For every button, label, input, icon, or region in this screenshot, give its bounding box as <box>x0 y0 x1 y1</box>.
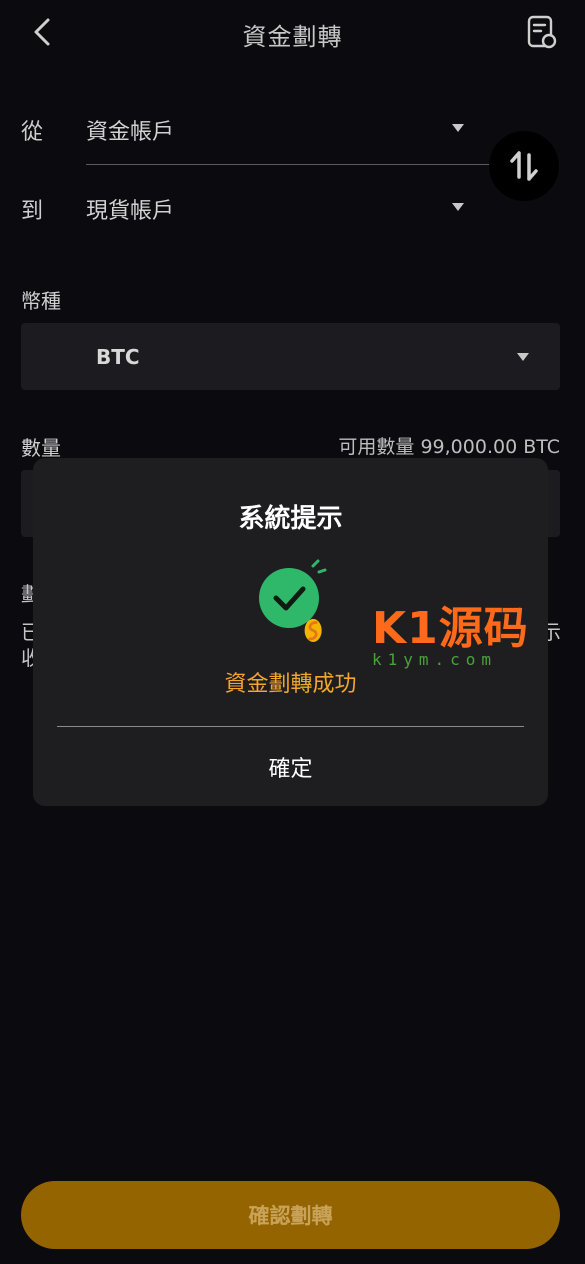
caret-down-icon <box>452 203 464 211</box>
app-header: 資金劃轉 <box>0 0 585 66</box>
currency-select[interactable]: BTC <box>21 323 560 390</box>
dialog-divider <box>57 726 524 727</box>
from-account-select[interactable]: 資金帳戶 <box>86 104 466 154</box>
divider <box>86 164 490 165</box>
page-title: 資金劃轉 <box>242 23 343 51</box>
caret-down-icon <box>517 353 529 361</box>
dialog-message: 資金劃轉成功 <box>224 672 357 697</box>
watermark-url: k1ym.com <box>372 650 498 669</box>
swap-vertical-icon <box>510 151 538 181</box>
from-account-value: 資金帳戶 <box>86 120 175 145</box>
dialog-title: 系統提示 <box>238 504 343 534</box>
watermark-logo <box>304 618 322 643</box>
to-account-value: 現貨帳戶 <box>86 199 175 224</box>
document-clock-icon <box>527 15 557 49</box>
from-label: 從 <box>21 120 44 145</box>
dialog-ok-button[interactable]: 確定 <box>33 728 548 806</box>
currency-label: 幣種 <box>21 289 61 313</box>
to-account-select[interactable]: 現貨帳戶 <box>86 183 466 233</box>
watermark-brand: K1源码 <box>372 603 529 654</box>
caret-down-icon <box>452 124 464 132</box>
to-label: 到 <box>21 199 44 224</box>
swap-accounts-button[interactable] <box>489 131 559 201</box>
currency-value: BTC <box>96 345 140 369</box>
available-amount: 可用數量 99,000.00 BTC <box>338 436 560 458</box>
confirm-transfer-button[interactable]: 確認劃轉 <box>21 1181 560 1249</box>
transfer-record-button[interactable] <box>525 14 559 50</box>
amount-label: 數量 <box>21 436 61 460</box>
